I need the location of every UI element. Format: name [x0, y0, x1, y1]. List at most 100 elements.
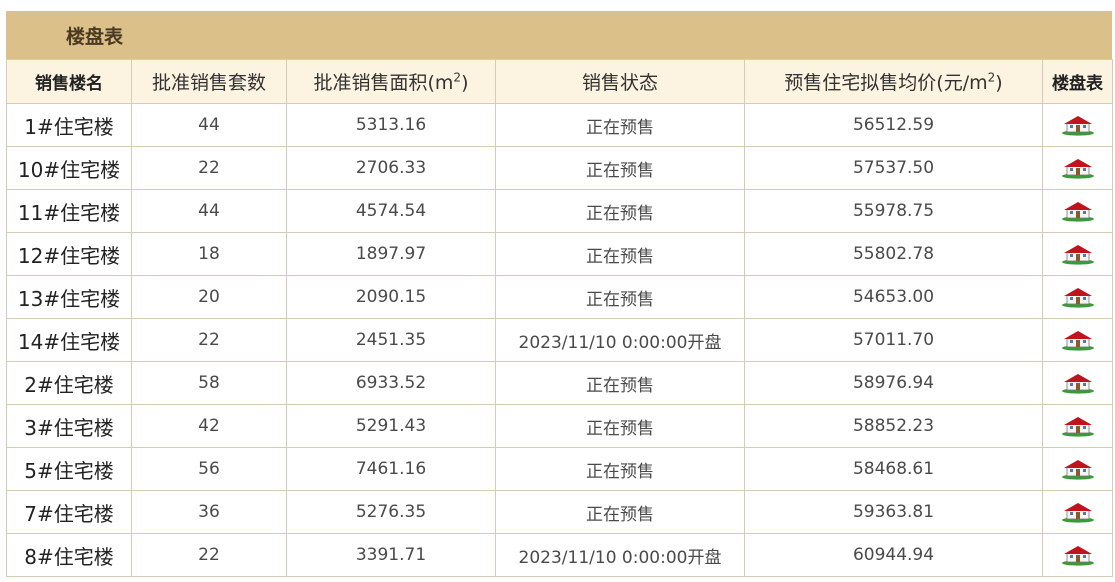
cell-units: 42 — [131, 404, 287, 448]
cell-units: 20 — [131, 275, 287, 319]
cell-status: 正在预售 — [495, 361, 745, 405]
table-row: 14#住宅楼 22 2451.35 2023/11/10 0:00:00开盘 5… — [6, 318, 1113, 362]
table-row: 7#住宅楼 36 5276.35 正在预售 59363.81 — [6, 490, 1113, 534]
cell-building: 3#住宅楼 — [6, 404, 132, 448]
cell-price: 58468.61 — [744, 447, 1043, 491]
cell-price: 55978.75 — [744, 189, 1043, 233]
cell-price: 57011.70 — [744, 318, 1043, 362]
header-area-text: 批准销售面积(m — [313, 72, 454, 94]
cell-price: 58852.23 — [744, 404, 1043, 448]
cell-floorplan[interactable] — [1042, 490, 1113, 534]
cell-status: 2023/11/10 0:00:00开盘 — [495, 533, 745, 577]
cell-units: 18 — [131, 232, 287, 276]
cell-status: 正在预售 — [495, 103, 745, 147]
cell-building: 14#住宅楼 — [6, 318, 132, 362]
cell-floorplan[interactable] — [1042, 533, 1113, 577]
table-row: 10#住宅楼 22 2706.33 正在预售 57537.50 — [6, 146, 1113, 190]
cell-units: 56 — [131, 447, 287, 491]
cell-building: 13#住宅楼 — [6, 275, 132, 319]
cell-building: 12#住宅楼 — [6, 232, 132, 276]
cell-floorplan[interactable] — [1042, 189, 1113, 233]
table-row: 3#住宅楼 42 5291.43 正在预售 58852.23 — [6, 404, 1113, 448]
cell-status: 正在预售 — [495, 275, 745, 319]
cell-area: 2706.33 — [286, 146, 496, 190]
house-icon[interactable] — [1061, 415, 1095, 437]
house-icon[interactable] — [1061, 372, 1095, 394]
cell-area: 5313.16 — [286, 103, 496, 147]
cell-price: 56512.59 — [744, 103, 1043, 147]
house-icon[interactable] — [1061, 544, 1095, 566]
panel-title: 楼盘表 — [6, 11, 1112, 59]
cell-status: 2023/11/10 0:00:00开盘 — [495, 318, 745, 362]
cell-status: 正在预售 — [495, 232, 745, 276]
cell-units: 44 — [131, 189, 287, 233]
cell-area: 7461.16 — [286, 447, 496, 491]
house-icon[interactable] — [1061, 458, 1095, 480]
cell-status: 正在预售 — [495, 447, 745, 491]
house-icon[interactable] — [1061, 243, 1095, 265]
header-area-close: ) — [461, 72, 469, 94]
cell-building: 2#住宅楼 — [6, 361, 132, 405]
table-row: 5#住宅楼 56 7461.16 正在预售 58468.61 — [6, 447, 1113, 491]
cell-price: 58976.94 — [744, 361, 1043, 405]
cell-units: 22 — [131, 146, 287, 190]
house-icon[interactable] — [1061, 286, 1095, 308]
cell-status: 正在预售 — [495, 189, 745, 233]
cell-status: 正在预售 — [495, 146, 745, 190]
header-status: 销售状态 — [495, 59, 745, 104]
cell-area: 1897.97 — [286, 232, 496, 276]
header-building: 销售楼名 — [6, 59, 132, 104]
cell-price: 59363.81 — [744, 490, 1043, 534]
cell-floorplan[interactable] — [1042, 103, 1113, 147]
table-row: 1#住宅楼 44 5313.16 正在预售 56512.59 — [6, 103, 1113, 147]
cell-units: 22 — [131, 533, 287, 577]
floorplan-panel: 楼盘表 销售楼名 批准销售套数 批准销售面积(m2) 销售状态 预售住宅拟售均价… — [6, 11, 1113, 577]
cell-price: 57537.50 — [744, 146, 1043, 190]
table-row: 8#住宅楼 22 3391.71 2023/11/10 0:00:00开盘 60… — [6, 533, 1113, 577]
cell-price: 54653.00 — [744, 275, 1043, 319]
building-table: 销售楼名 批准销售套数 批准销售面积(m2) 销售状态 预售住宅拟售均价(元/m… — [6, 59, 1113, 577]
header-price: 预售住宅拟售均价(元/m2) — [744, 59, 1043, 104]
cell-area: 3391.71 — [286, 533, 496, 577]
cell-building: 1#住宅楼 — [6, 103, 132, 147]
table-body: 1#住宅楼 44 5313.16 正在预售 56512.59 10#住宅楼 22… — [6, 103, 1113, 577]
cell-units: 22 — [131, 318, 287, 362]
cell-floorplan[interactable] — [1042, 275, 1113, 319]
cell-units: 44 — [131, 103, 287, 147]
cell-area: 5291.43 — [286, 404, 496, 448]
cell-area: 4574.54 — [286, 189, 496, 233]
header-units: 批准销售套数 — [131, 59, 287, 104]
house-icon[interactable] — [1061, 501, 1095, 523]
header-area: 批准销售面积(m2) — [286, 59, 496, 104]
table-header-row: 销售楼名 批准销售套数 批准销售面积(m2) 销售状态 预售住宅拟售均价(元/m… — [6, 59, 1113, 104]
cell-status: 正在预售 — [495, 490, 745, 534]
cell-area: 5276.35 — [286, 490, 496, 534]
cell-area: 2090.15 — [286, 275, 496, 319]
cell-units: 58 — [131, 361, 287, 405]
cell-building: 11#住宅楼 — [6, 189, 132, 233]
house-icon[interactable] — [1061, 157, 1095, 179]
header-floorplan: 楼盘表 — [1042, 59, 1113, 104]
cell-floorplan[interactable] — [1042, 146, 1113, 190]
cell-floorplan[interactable] — [1042, 318, 1113, 362]
house-icon[interactable] — [1061, 114, 1095, 136]
cell-floorplan[interactable] — [1042, 232, 1113, 276]
table-row: 11#住宅楼 44 4574.54 正在预售 55978.75 — [6, 189, 1113, 233]
house-icon[interactable] — [1061, 329, 1095, 351]
cell-price: 60944.94 — [744, 533, 1043, 577]
cell-units: 36 — [131, 490, 287, 534]
header-price-text: 预售住宅拟售均价(元/m — [784, 72, 988, 94]
cell-floorplan[interactable] — [1042, 361, 1113, 405]
house-icon[interactable] — [1061, 200, 1095, 222]
cell-area: 2451.35 — [286, 318, 496, 362]
header-area-unit-sup: 2 — [453, 70, 462, 85]
cell-floorplan[interactable] — [1042, 447, 1113, 491]
table-row: 12#住宅楼 18 1897.97 正在预售 55802.78 — [6, 232, 1113, 276]
cell-floorplan[interactable] — [1042, 404, 1113, 448]
cell-building: 7#住宅楼 — [6, 490, 132, 534]
cell-building: 8#住宅楼 — [6, 533, 132, 577]
table-row: 13#住宅楼 20 2090.15 正在预售 54653.00 — [6, 275, 1113, 319]
header-price-close: ) — [995, 72, 1003, 94]
cell-status: 正在预售 — [495, 404, 745, 448]
cell-area: 6933.52 — [286, 361, 496, 405]
